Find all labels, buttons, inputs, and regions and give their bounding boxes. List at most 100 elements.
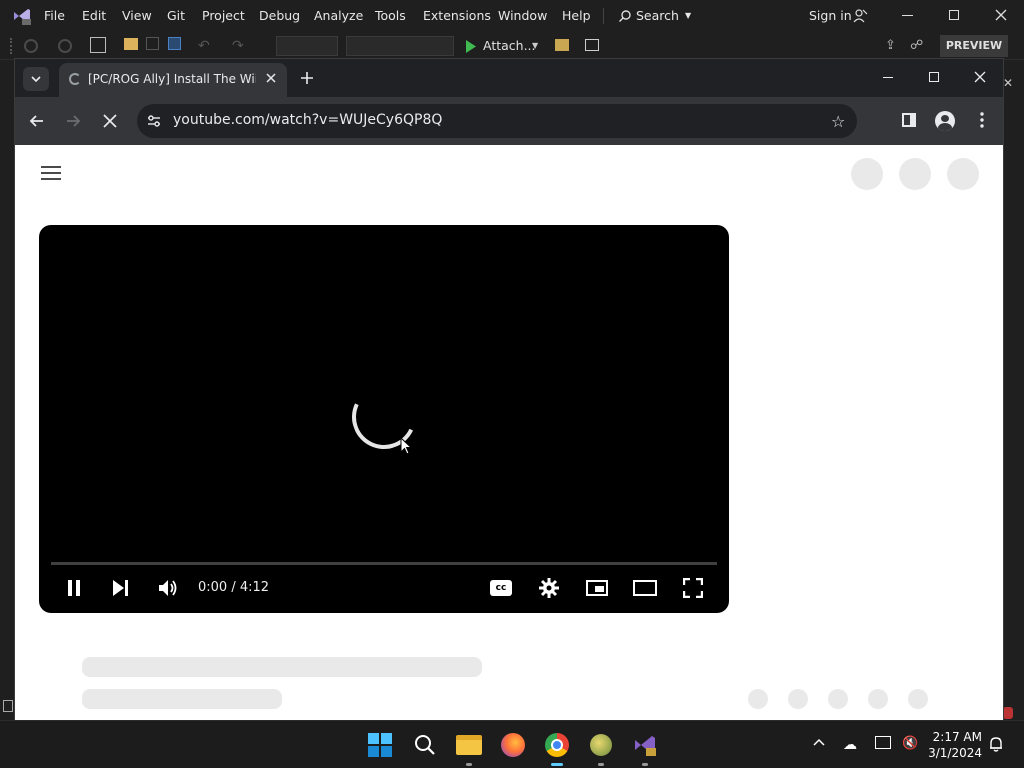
forward-icon[interactable] xyxy=(65,113,81,129)
taskbar: ☁ 🔇 2:17 AM 3/1/2024 xyxy=(0,720,1024,768)
sign-in-link[interactable]: Sign in xyxy=(809,8,852,23)
onedrive-offline-icon[interactable]: ☁ xyxy=(843,737,857,753)
profile-icon[interactable] xyxy=(935,111,955,131)
window-minimize-icon[interactable] xyxy=(883,77,893,78)
back-nav-icon[interactable] xyxy=(24,39,38,53)
menu-tools[interactable]: Tools xyxy=(375,8,406,23)
file-explorer-button[interactable] xyxy=(453,729,485,766)
network-icon[interactable] xyxy=(875,736,891,749)
attach-chevron-icon[interactable]: ▼ xyxy=(532,41,538,50)
tab-strip: [PC/ROG Ally] Install The Wii Sy xyxy=(15,59,1003,97)
browser-toolbar: youtube.com/watch?v=WUJeCy6QP8Q ☆ xyxy=(15,97,1003,145)
solution-platform-dropdown[interactable] xyxy=(346,36,454,56)
clock[interactable]: 2:17 AM 3/1/2024 xyxy=(924,729,982,761)
play-icon[interactable] xyxy=(465,40,477,53)
new-tab-icon[interactable] xyxy=(300,71,314,85)
tab-youtube[interactable]: [PC/ROG Ally] Install The Wii Sy xyxy=(59,63,287,97)
chevron-down-icon xyxy=(31,75,41,82)
volume-icon xyxy=(159,580,177,596)
solution-config-dropdown[interactable] xyxy=(276,36,338,56)
menu-window[interactable]: Window xyxy=(498,8,547,23)
save-icon[interactable] xyxy=(146,37,159,50)
menu-kebab-icon[interactable] xyxy=(980,112,984,128)
progress-bar[interactable] xyxy=(51,562,717,565)
captions-button[interactable]: cc xyxy=(479,571,523,605)
toolbar-grip xyxy=(10,38,13,54)
layout-icon[interactable] xyxy=(585,39,599,51)
vs-close-icon[interactable] xyxy=(994,8,1008,22)
vs-restore-icon[interactable] xyxy=(949,10,959,20)
site-info-icon[interactable] xyxy=(147,114,161,128)
firefox-button[interactable] xyxy=(497,729,529,761)
stop-loading-icon[interactable] xyxy=(103,114,117,128)
folder-view-icon[interactable] xyxy=(555,39,569,51)
menu-debug[interactable]: Debug xyxy=(259,8,300,23)
vs-panel-close-icon[interactable]: ✕ xyxy=(1003,76,1013,90)
mute-button[interactable] xyxy=(146,571,190,605)
menu-project[interactable]: Project xyxy=(202,8,245,23)
vs-notification-icon[interactable] xyxy=(1003,707,1013,719)
window-maximize-icon[interactable] xyxy=(929,72,939,82)
start-button[interactable] xyxy=(364,729,396,761)
theater-mode-button[interactable] xyxy=(623,571,667,605)
open-folder-icon[interactable] xyxy=(124,38,138,50)
back-icon[interactable] xyxy=(29,113,45,129)
bookmark-star-icon[interactable]: ☆ xyxy=(831,112,845,131)
youtube-page: 0:00 / 4:12 cc xyxy=(15,145,1003,721)
title-skeleton xyxy=(82,657,482,677)
placeholder-circle xyxy=(908,689,928,709)
settings-button[interactable] xyxy=(527,571,571,605)
preview-button[interactable]: PREVIEW xyxy=(940,35,1008,57)
forward-nav-icon[interactable] xyxy=(58,39,72,53)
search-taskbar-button[interactable] xyxy=(409,729,441,761)
menu-view[interactable]: View xyxy=(122,8,152,23)
undo-icon[interactable]: ↶ xyxy=(198,38,210,54)
vs-menubar: File Edit View Git Project Debug Analyze… xyxy=(0,0,1024,32)
hamburger-menu-icon[interactable] xyxy=(41,165,61,181)
menu-edit[interactable]: Edit xyxy=(82,8,106,23)
vs-logo-icon xyxy=(12,6,32,26)
url-text: youtube.com/watch?v=WUJeCy6QP8Q xyxy=(173,112,443,128)
vs-minimize-icon[interactable] xyxy=(902,15,913,16)
menu-analyze[interactable]: Analyze xyxy=(314,8,363,23)
vs-search-button[interactable]: Search ▼ xyxy=(618,8,691,23)
menu-git[interactable]: Git xyxy=(167,8,185,23)
fullscreen-icon xyxy=(683,578,703,598)
placeholder-circle xyxy=(828,689,848,709)
account-icon[interactable] xyxy=(852,8,868,24)
miniplayer-button[interactable] xyxy=(575,571,619,605)
app-button[interactable] xyxy=(585,729,617,766)
placeholder-circle xyxy=(788,689,808,709)
feedback-icon[interactable]: ☍ xyxy=(910,38,923,53)
tab-close-icon[interactable] xyxy=(265,72,277,84)
address-bar[interactable]: youtube.com/watch?v=WUJeCy6QP8Q ☆ xyxy=(137,104,857,138)
show-hidden-icons-chevron[interactable] xyxy=(813,738,825,746)
fullscreen-button[interactable] xyxy=(671,571,715,605)
next-button[interactable] xyxy=(98,571,142,605)
chrome-button[interactable] xyxy=(541,729,573,766)
placeholder-circle xyxy=(851,158,883,190)
miniplayer-icon xyxy=(586,580,608,596)
menu-file[interactable]: File xyxy=(44,8,65,23)
volume-muted-icon[interactable]: 🔇 xyxy=(902,736,918,751)
window-close-icon[interactable] xyxy=(974,71,986,83)
theater-icon xyxy=(633,580,657,596)
placeholder-circle xyxy=(868,689,888,709)
channel-skeleton xyxy=(82,689,282,709)
redo-icon[interactable]: ↷ xyxy=(232,38,244,54)
new-project-icon[interactable] xyxy=(90,37,106,53)
attach-button[interactable]: Attach... xyxy=(483,38,536,53)
share-icon[interactable]: ⇪ xyxy=(885,38,896,53)
visual-studio-icon xyxy=(635,736,656,756)
video-player[interactable]: 0:00 / 4:12 cc xyxy=(39,225,729,613)
visual-studio-button[interactable] xyxy=(629,729,661,766)
tab-search-button[interactable] xyxy=(23,67,49,91)
menu-help[interactable]: Help xyxy=(562,8,591,23)
notification-bell-icon[interactable] xyxy=(989,736,1003,752)
menu-separator xyxy=(603,8,604,24)
search-icon xyxy=(415,735,435,755)
menu-extensions[interactable]: Extensions xyxy=(423,8,491,23)
save-all-icon[interactable] xyxy=(168,37,181,50)
side-panel-icon[interactable] xyxy=(902,113,916,127)
pause-button[interactable] xyxy=(52,571,96,605)
